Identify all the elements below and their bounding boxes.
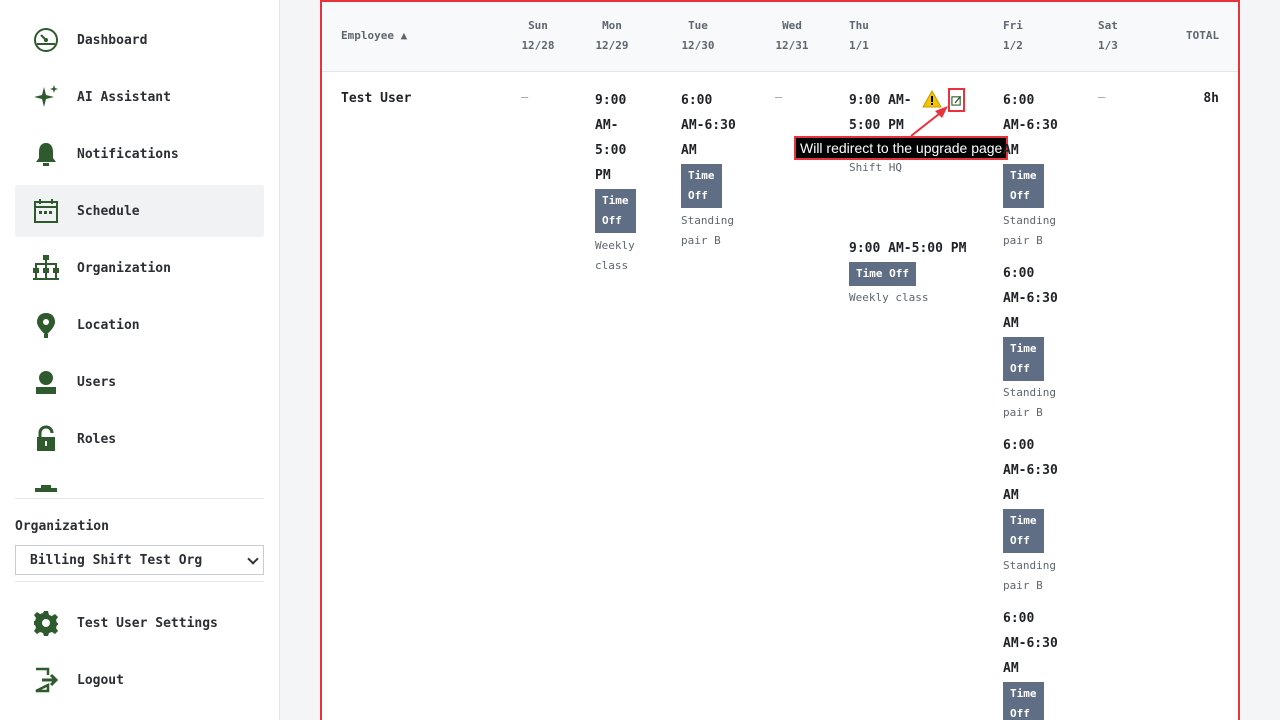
time-off-badge: Time Off [849,262,916,286]
logout-icon [30,664,62,696]
header-fri: Fri 1/2 [1003,19,1023,52]
sidebar: Dashboard AI Assistant Notifications Sch… [0,0,280,720]
sidebar-item-users[interactable]: Users [15,356,264,408]
table-header: Employee ▲ Sun 12/28 Mon 12/29 Tue 12/30 We… [322,2,1238,72]
lock-icon [30,423,62,455]
sidebar-item-label: Schedule [77,203,140,219]
sidebar-item-label: Roles [77,431,117,447]
sidebar-item-organization[interactable]: Organization [15,242,264,294]
sidebar-item-label: Users [77,374,117,390]
shift-note: Weekly class [849,291,929,304]
location-pin-icon [30,309,62,341]
time-off-badge: Time Off [681,164,722,208]
briefcase-icon [30,480,62,492]
header-total: TOTAL [1186,29,1220,42]
logout-button[interactable]: Logout [15,654,264,706]
header-sun: Sun 12/28 [521,19,555,52]
shift-tue[interactable]: 6:00 AM-6:30 AM [681,88,736,163]
sidebar-item-ai-assistant[interactable]: AI Assistant [15,71,264,123]
annotation-arrow [910,106,948,137]
header-sat: Sat 1/3 [1098,19,1118,52]
shift-fri-3[interactable]: 6:00 AM-6:30 AM [1003,433,1058,508]
shift-thu-1[interactable]: 9:00 AM- 5:00 PM [849,88,912,138]
shift-note: Standing pair B [1003,559,1056,592]
sidebar-item-label: Notifications [77,146,179,162]
sidebar-nav: Dashboard AI Assistant Notifications Sch… [15,14,264,492]
time-off-badge: Time Off [595,189,636,233]
time-off-badge: Time Off [1003,509,1044,553]
sidebar-item-label: Location [77,317,140,333]
shift-note: Standing pair B [681,214,734,247]
schedule-table: Employee ▲ Sun 12/28 Mon 12/29 Tue 12/30 We… [320,0,1240,720]
header-wed: Wed 12/31 [775,19,809,52]
sidebar-item-location[interactable]: Location [15,299,264,351]
time-off-badge: Time Off [1003,337,1044,381]
sidebar-item-dashboard[interactable]: Dashboard [15,14,264,66]
empty-cell-sat: – [1098,90,1106,104]
empty-cell-sun: – [521,90,529,104]
settings-button[interactable]: Test User Settings [15,597,264,649]
logout-label: Logout [77,672,124,688]
org-select-value: Billing Shift Test Org [30,552,203,568]
header-thu: Thu 1/1 [849,19,869,52]
sidebar-item-roles[interactable]: Roles [15,413,264,465]
sparkle-icon [30,81,62,113]
upgrade-tooltip: Will redirect to the upgrade page [794,136,1009,160]
employee-name: Test User [341,91,412,106]
header-tue: Tue 12/30 [681,19,715,52]
sidebar-item-label: Dashboard [77,32,148,48]
employee-sort-header[interactable]: Employee ▲ [341,26,407,46]
sidebar-item-schedule[interactable]: Schedule [15,185,264,237]
shift-fri-2[interactable]: 6:00 AM-6:30 AM [1003,261,1058,336]
shift-note: Standing pair B [1003,214,1056,247]
dashboard-icon [30,24,62,56]
org-select[interactable]: Billing Shift Test Org [15,545,264,575]
chevron-down-icon [247,553,259,565]
row-total: 8h [1203,91,1219,106]
shift-fri-1[interactable]: 6:00 AM-6:30 AM [1003,88,1058,163]
bell-icon [30,138,62,170]
shift-note: Standing pair B [1003,386,1056,419]
calendar-icon [30,195,62,227]
sidebar-item-notifications[interactable]: Notifications [15,128,264,180]
header-mon: Mon 12/29 [595,19,629,52]
shift-thu-2[interactable]: 9:00 AM-5:00 PM [849,236,966,261]
sidebar-item-label: AI Assistant [77,89,171,105]
org-label: Organization [15,519,109,534]
sidebar-divider [15,498,264,499]
sidebar-item-label: Organization [77,260,171,276]
shift-note: Weekly class [595,239,635,272]
sidebar-item-more[interactable] [15,470,264,492]
gear-icon [30,607,62,639]
user-icon [30,366,62,398]
settings-label: Test User Settings [77,615,218,631]
time-off-badge: Time Off [1003,682,1044,720]
shift-fri-4[interactable]: 6:00 AM-6:30 AM [1003,606,1058,681]
org-chart-icon [30,252,62,284]
sidebar-divider [15,581,264,582]
empty-cell-wed: – [775,90,783,104]
shift-mon[interactable]: 9:00 AM- 5:00 PM [595,88,626,188]
shift-note: Shift HQ [849,161,902,174]
time-off-badge: Time Off [1003,164,1044,208]
